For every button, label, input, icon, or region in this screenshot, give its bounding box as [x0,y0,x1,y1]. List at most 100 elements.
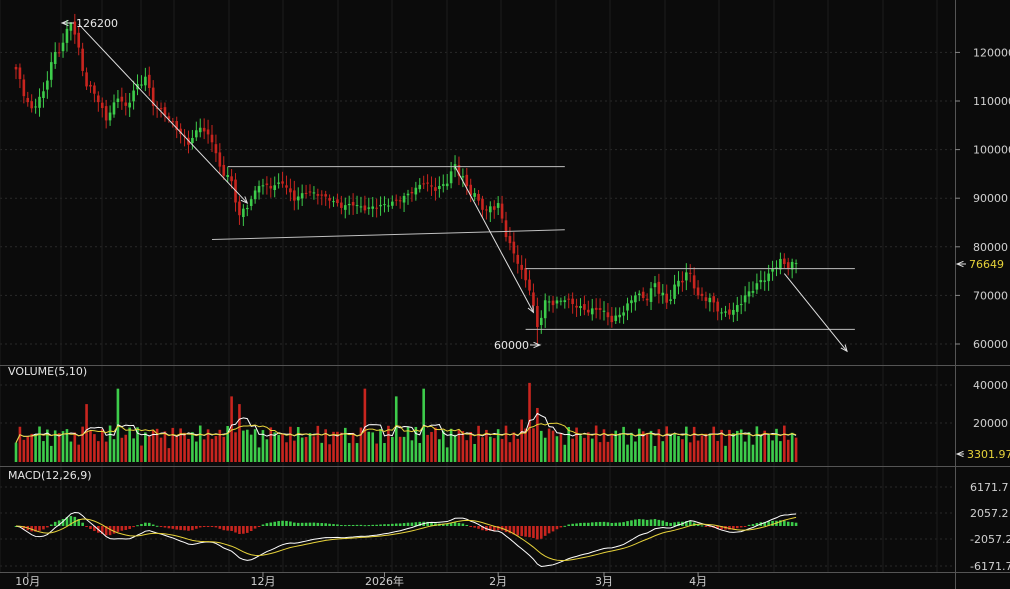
candle-body [391,201,394,206]
candle-body [771,268,774,272]
macd-histogram-bar [355,524,359,526]
volume-bar [520,419,523,462]
candle-body [426,182,429,184]
macd-histogram-bar [520,526,523,537]
macd-histogram-bar [347,524,351,526]
candle-body [524,268,527,281]
candle-body [402,195,406,203]
candle-body [645,298,649,301]
macd-histogram-bar [85,526,88,527]
candle-body [783,258,786,265]
macd-tick-label: -2057.2 [970,533,1010,546]
macd-histogram-bar [539,526,543,539]
macd-histogram-bar [226,526,229,531]
macd-histogram-bar [473,526,476,528]
macd-histogram-bar [547,526,551,534]
candle-body [504,220,508,238]
volume-bar [147,436,151,462]
volume-bar [38,426,41,462]
volume-bar [61,431,65,462]
volume-bar [93,434,96,462]
volume-bar [696,440,700,462]
candle-body [238,201,241,216]
volume-bar [449,428,453,462]
macd-histogram-bar [316,522,320,526]
macd-histogram-bar [555,526,559,530]
volume-bar [536,407,539,462]
candle-body [559,300,563,302]
macd-histogram-bar [391,523,394,526]
candle-body [485,209,488,211]
volume-bar [492,438,496,462]
candle-body [551,300,555,306]
macd-histogram-bar [575,523,578,526]
candle-body [93,85,96,94]
candle-body [222,164,226,176]
macd-histogram-bar [579,522,582,526]
candle-body [532,292,535,306]
candle-body [104,106,108,121]
candle-body [528,279,531,291]
candle-body [536,305,539,327]
candle-body [724,311,727,313]
macd-histogram-bar [461,523,465,526]
macd-histogram-bar [332,524,335,526]
macd-histogram-bar [273,521,277,526]
candle-body [394,199,398,201]
macd-histogram-bar [296,522,300,526]
macd-histogram-bar [661,520,665,526]
macd-tick-label: 6171.7 [970,481,1009,494]
candle-body [669,299,672,301]
macd-histogram-bar [645,519,649,526]
volume-bar [438,439,441,462]
candle-body [281,181,284,184]
candle-body [500,203,504,219]
volume-bar [626,444,629,462]
volume-bar [708,433,712,462]
volume-bar [269,427,273,462]
volume-bar [320,442,324,462]
macd-histogram-bar [528,526,531,538]
volume-bar [273,432,277,462]
high-price-label: 126200 [76,17,118,30]
macd-histogram-bar [551,526,555,532]
volume-bar [285,442,288,462]
volume-bar [175,436,179,462]
volume-bar [214,436,218,462]
candle-body [512,241,516,254]
candle-body [367,207,371,209]
macd-histogram-bar [265,523,269,526]
trend-arrow [454,166,534,313]
volume-bar [477,425,480,462]
volume-bar [355,443,359,462]
volume-bar [22,439,26,462]
candle-body [602,310,606,312]
volume-bar [18,426,22,462]
volume-bar [191,432,194,462]
macd-histogram-bar [622,522,625,526]
volume-bar [794,437,798,462]
volume-bar [473,443,476,462]
x-axis-label: 2026年 [365,574,404,588]
macd-histogram-bar [351,524,355,526]
volume-bar [716,440,719,462]
volume-bar [779,441,782,462]
macd-histogram-bar [457,522,461,526]
candle-body [144,76,147,86]
volume-bars [14,382,798,462]
volume-bar [104,441,108,462]
axes: 120000 110000 100000 90000 80000 70000 60000 40… [0,0,1010,589]
candle-body [465,174,469,187]
volume-bar [669,434,672,462]
trend-arrow [783,273,848,352]
x-axis-label: 3月 [595,575,613,588]
candle-body [786,262,790,269]
candle-body [328,198,331,201]
macd-histogram-bar [516,526,520,536]
candle-body [406,193,410,196]
candle-body [634,295,637,303]
volume-bar [183,432,186,462]
volume-bar [547,428,551,462]
macd-histogram-bar [234,526,237,533]
volume-bar [312,436,316,462]
